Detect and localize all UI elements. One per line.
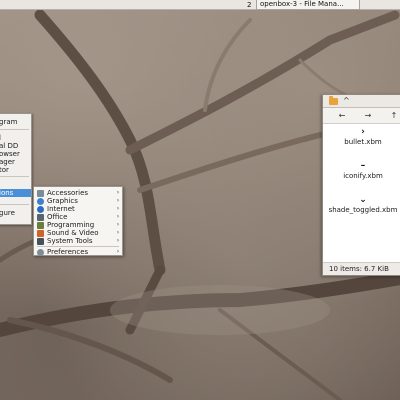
sound-video-icon	[37, 229, 44, 237]
graphics-icon	[37, 197, 44, 205]
menu-item-label: Office	[47, 213, 68, 221]
menu-item-label: Graphics	[47, 197, 78, 205]
menu-item-label: Accessories	[47, 189, 89, 197]
submenu-arrow-icon: ›	[116, 197, 120, 204]
root-menu: gram l al DD owser ager tor ions gure	[0, 113, 32, 225]
menu-item-internet[interactable]: Internet ›	[34, 205, 122, 213]
taskbar-button-file-manager[interactable]: openbox-3 - File Mana...	[256, 0, 360, 10]
xbm-file-icon: ⌄	[359, 195, 367, 205]
menu-item-graphics[interactable]: Graphics ›	[34, 197, 122, 205]
root-menu-item[interactable]: ager	[0, 158, 31, 166]
xbm-file-icon: ›	[361, 127, 365, 137]
window-titlebar[interactable]: ^	[323, 95, 400, 108]
preferences-icon	[37, 248, 44, 256]
menu-separator	[0, 176, 29, 177]
menu-separator	[37, 246, 119, 247]
submenu-arrow-icon: ›	[116, 229, 120, 236]
programming-icon	[37, 221, 44, 229]
file-name: bullet.xbm	[344, 138, 382, 146]
menu-item-label: Preferences	[47, 248, 89, 256]
accessories-icon	[37, 189, 44, 197]
file-item-bullet[interactable]: › bullet.xbm	[323, 126, 400, 147]
applications-submenu: Accessories › Graphics › Internet › Offi…	[33, 186, 123, 256]
menu-item-preferences[interactable]: Preferences ›	[34, 248, 122, 256]
file-view[interactable]: › bullet.xbm – iconify.xbm ⌄ shade_toggl…	[323, 124, 400, 264]
file-manager-window: ^ ← → ↑ › bullet.xbm – iconify.xbm ⌄ sha…	[322, 94, 400, 276]
office-icon	[37, 213, 44, 221]
submenu-arrow-icon: ›	[116, 237, 120, 244]
folder-icon	[329, 96, 338, 105]
root-menu-item[interactable]: al DD	[0, 142, 31, 150]
status-bar: 10 items: 6.7 KiB	[323, 262, 400, 275]
file-name: iconify.xbm	[343, 172, 383, 180]
desktop-number[interactable]: 2	[247, 1, 251, 9]
root-menu-item-applications[interactable]: ions	[0, 189, 31, 197]
submenu-arrow-icon: ›	[116, 205, 120, 212]
submenu-arrow-icon: ›	[116, 213, 120, 220]
up-button[interactable]: ↑	[387, 110, 400, 122]
menu-item-label: Sound & Video	[47, 229, 99, 237]
menu-item-programming[interactable]: Programming ›	[34, 221, 122, 229]
forward-button[interactable]: →	[361, 110, 375, 122]
submenu-arrow-icon: ›	[116, 248, 120, 255]
file-name: shade_toggled.xbm	[328, 206, 398, 214]
file-item-iconify[interactable]: – iconify.xbm	[323, 160, 400, 181]
submenu-arrow-icon: ›	[116, 189, 120, 196]
submenu-arrow-icon: ›	[116, 221, 120, 228]
menu-item-office[interactable]: Office ›	[34, 213, 122, 221]
back-button[interactable]: ←	[335, 110, 349, 122]
root-menu-item[interactable]: gure	[0, 209, 31, 217]
file-manager-toolbar: ← → ↑	[323, 108, 400, 124]
root-menu-item[interactable]: tor	[0, 166, 31, 174]
menu-separator	[0, 204, 29, 205]
xbm-file-icon: –	[360, 161, 366, 171]
internet-icon	[37, 205, 44, 213]
menu-item-label: Internet	[47, 205, 75, 213]
root-menu-item[interactable]: gram	[0, 118, 31, 126]
menu-item-system-tools[interactable]: System Tools ›	[34, 237, 122, 245]
menu-item-label: System Tools	[47, 237, 93, 245]
menu-item-label: Programming	[47, 221, 95, 229]
file-item-shade-toggled[interactable]: ⌄ shade_toggled.xbm	[323, 194, 400, 215]
chevron-up-icon[interactable]: ^	[343, 96, 350, 105]
top-panel: 2 openbox-3 - File Mana...	[0, 0, 400, 10]
root-menu-item[interactable]: l	[0, 134, 31, 142]
menu-separator	[0, 129, 29, 130]
root-menu-item[interactable]: owser	[0, 150, 31, 158]
system-tools-icon	[37, 237, 44, 245]
menu-item-accessories[interactable]: Accessories ›	[34, 189, 122, 197]
menu-item-sound-video[interactable]: Sound & Video ›	[34, 229, 122, 237]
